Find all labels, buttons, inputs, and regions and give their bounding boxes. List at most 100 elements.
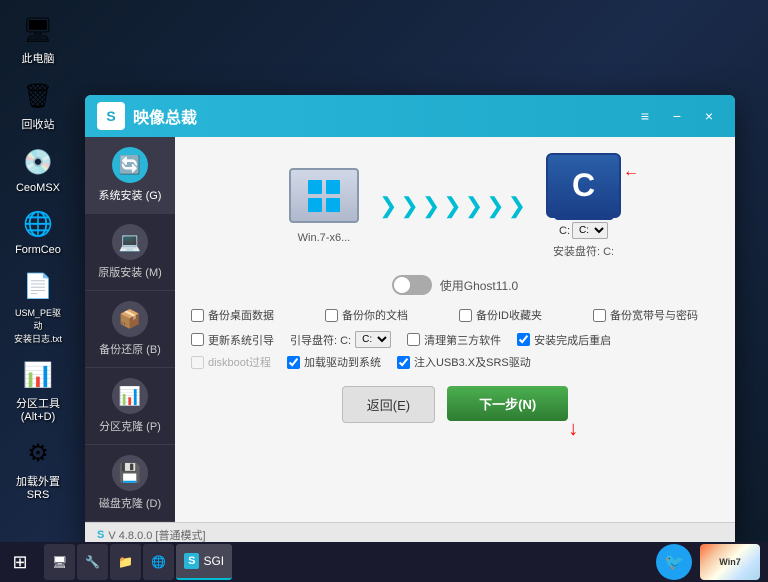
original-install-label: 原版安装 (M) — [98, 264, 162, 280]
taskbar-icon-2[interactable]: 🔧 — [77, 544, 108, 580]
option-backup-network: 备份宽带号与密码 — [593, 307, 719, 323]
label-boot-symbol: 引导盘符: C: — [290, 332, 351, 348]
desktop-icon-my-computer[interactable]: 🖥 此电脑 — [8, 8, 68, 70]
checkbox-backup-network[interactable] — [593, 309, 606, 322]
start-button[interactable]: ⊞ — [0, 542, 40, 582]
usm-icon: 📄 — [20, 268, 56, 304]
taskbar-icon-1[interactable]: 🖥 — [44, 544, 75, 580]
label-clean-third: 清理第三方软件 — [424, 332, 501, 348]
option-inject-usb: 注入USB3.X及SRS驱动 — [397, 354, 531, 370]
target-drive-icon: C — [546, 153, 621, 218]
checkbox-backup-fav[interactable] — [459, 309, 472, 322]
windows-logo-icon — [306, 178, 342, 214]
system-install-icon: 🔄 — [112, 147, 148, 183]
back-button[interactable]: 返回(E) — [342, 386, 435, 423]
sidebar-item-partition-clone[interactable]: 📊 分区克隆 (P) — [85, 368, 175, 445]
arrow-6: ❯ — [486, 193, 504, 219]
arrow-5: ❯ — [465, 193, 483, 219]
arrow-7: ❯ — [508, 193, 526, 219]
ceo-icon: 💿 — [20, 144, 56, 180]
desktop-icon-partition[interactable]: 📊 分区工具 (Alt+D) — [8, 353, 68, 427]
arrow-3: ❯ — [422, 193, 440, 219]
menu-button[interactable]: ≡ — [631, 104, 659, 128]
taskbar-icon-3-img: 📁 — [118, 555, 133, 569]
checkboxes-row3: diskboot过程 加载驱动到系统 注入USB3.X及SRS驱动 — [191, 354, 719, 370]
desktop-icon-usm[interactable]: 📄 USM_PE驱动安装日志.txt — [8, 264, 68, 349]
source-drive-icon — [289, 168, 359, 228]
backup-label: 备份还原 (B) — [99, 341, 161, 357]
checkboxes-row1: 备份桌面数据 备份你的文档 备份ID收藏夹 备份宽带号与密码 — [191, 307, 719, 323]
drive-selector[interactable]: C: C: ← — [559, 222, 608, 239]
option-backup-docs: 备份你的文档 — [325, 307, 451, 323]
checkbox-diskboot[interactable] — [191, 356, 204, 369]
taskbar-icon-2-img: 🔧 — [85, 555, 100, 569]
close-button[interactable]: × — [695, 104, 723, 128]
taskbar-sgi-icon: S — [184, 553, 199, 569]
form-icon: 🌐 — [20, 206, 56, 242]
label-inject-usb: 注入USB3.X及SRS驱动 — [414, 354, 531, 370]
checkboxes-row2: 更新系统引导 引导盘符: C: C: 清理第三方软件 安装完成后 — [191, 331, 719, 348]
label-backup-desktop: 备份桌面数据 — [208, 307, 274, 323]
disk-clone-label: 磁盘克隆 (D) — [99, 495, 161, 511]
dialog-window: S 映像总裁 ≡ − × 🔄 系统安装 (G) 💻 原版安装 (M) — [85, 95, 735, 547]
checkbox-add-driver[interactable] — [287, 356, 300, 369]
option-update-boot: 更新系统引导 — [191, 332, 274, 348]
version-text: V 4.8.0.0 [普通模式] — [108, 527, 205, 543]
checkbox-restart-after[interactable] — [517, 333, 530, 346]
partition-label: 分区工具 (Alt+D) — [12, 395, 64, 423]
taskbar-sgi-item[interactable]: S SGI — [176, 544, 232, 580]
sidebar-item-disk-clone[interactable]: 💾 磁盘克隆 (D) — [85, 445, 175, 522]
recycle-bin-icon: 🗑 — [20, 78, 56, 114]
sidebar-item-backup[interactable]: 📦 备份还原 (B) — [85, 291, 175, 368]
win7-text: Win7 — [719, 557, 740, 567]
desktop-icon-form[interactable]: 🌐 FormCeo — [8, 202, 68, 260]
system-install-label: 系统安装 (G) — [99, 187, 162, 203]
taskbar: ⊞ 🖥 🔧 📁 🌐 S SGI 🐦 Win7 — [0, 542, 768, 582]
next-button[interactable]: 下一步(N) — [447, 386, 568, 421]
taskbar-right: 🐦 Win7 — [656, 544, 768, 580]
checkbox-update-boot[interactable] — [191, 333, 204, 346]
taskbar-icon-1-img: 🖥 — [52, 555, 67, 569]
target-drive-label: 安装盘符: C: — [553, 243, 614, 259]
ghost-row: 使用Ghost11.0 — [191, 275, 719, 295]
option-boot-symbol: 引导盘符: C: C: — [290, 331, 391, 348]
target-drive: C C: C: ← 安装盘符: C: — [546, 153, 621, 259]
option-diskboot: diskboot过程 — [191, 354, 271, 370]
win7-logo[interactable]: Win7 — [700, 544, 760, 580]
label-restart-after: 安装完成后重启 — [534, 332, 611, 348]
partition-clone-label: 分区克隆 (P) — [99, 418, 161, 434]
srs-icon: ⚙ — [20, 435, 56, 471]
arrows-container: ❯ ❯ ❯ ❯ ❯ ❯ ❯ — [379, 193, 526, 219]
twitter-icon[interactable]: 🐦 — [656, 544, 692, 580]
usm-label: USM_PE驱动安装日志.txt — [12, 306, 64, 345]
partition-icon: 📊 — [20, 357, 56, 393]
desktop-icon-srs[interactable]: ⚙ 加载外置SRS — [8, 431, 68, 505]
checkbox-inject-usb[interactable] — [397, 356, 410, 369]
next-red-arrow: ↓ — [568, 418, 578, 441]
taskbar-icon-3[interactable]: 📁 — [110, 544, 141, 580]
label-backup-docs: 备份你的文档 — [342, 307, 408, 323]
ghost-toggle[interactable] — [392, 275, 432, 295]
checkbox-backup-docs[interactable] — [325, 309, 338, 322]
desktop-icon-recycle[interactable]: 🗑 回收站 — [8, 74, 68, 136]
checkbox-clean-third[interactable] — [407, 333, 420, 346]
dialog-title: 映像总裁 — [133, 104, 631, 128]
desktop: 🖥 此电脑 🗑 回收站 💿 CeoMSX 🌐 FormCeo 📄 USM_PE驱… — [0, 0, 768, 582]
sidebar: 🔄 系统安装 (G) 💻 原版安装 (M) 📦 备份还原 (B) 📊 分区克隆 … — [85, 137, 175, 522]
taskbar-icon-4-img: 🌐 — [151, 555, 166, 569]
main-content: Win.7-x6... ❯ ❯ ❯ ❯ ❯ ❯ ❯ C — [175, 137, 735, 522]
sidebar-item-system-install[interactable]: 🔄 系统安装 (G) — [85, 137, 175, 214]
boot-symbol-select[interactable]: C: — [355, 331, 391, 348]
app-logo: S — [97, 102, 125, 130]
label-backup-fav: 备份ID收藏夹 — [476, 307, 542, 323]
arrow-4: ❯ — [443, 193, 461, 219]
minimize-button[interactable]: − — [663, 104, 691, 128]
backup-icon: 📦 — [112, 301, 148, 337]
taskbar-icon-4[interactable]: 🌐 — [143, 544, 174, 580]
original-install-icon: 💻 — [112, 224, 148, 260]
sidebar-item-original-install[interactable]: 💻 原版安装 (M) — [85, 214, 175, 291]
checkbox-backup-desktop[interactable] — [191, 309, 204, 322]
red-arrow-drive: ← — [623, 163, 639, 181]
drive-select[interactable]: C: — [572, 222, 608, 239]
desktop-icon-ceo[interactable]: 💿 CeoMSX — [8, 140, 68, 198]
